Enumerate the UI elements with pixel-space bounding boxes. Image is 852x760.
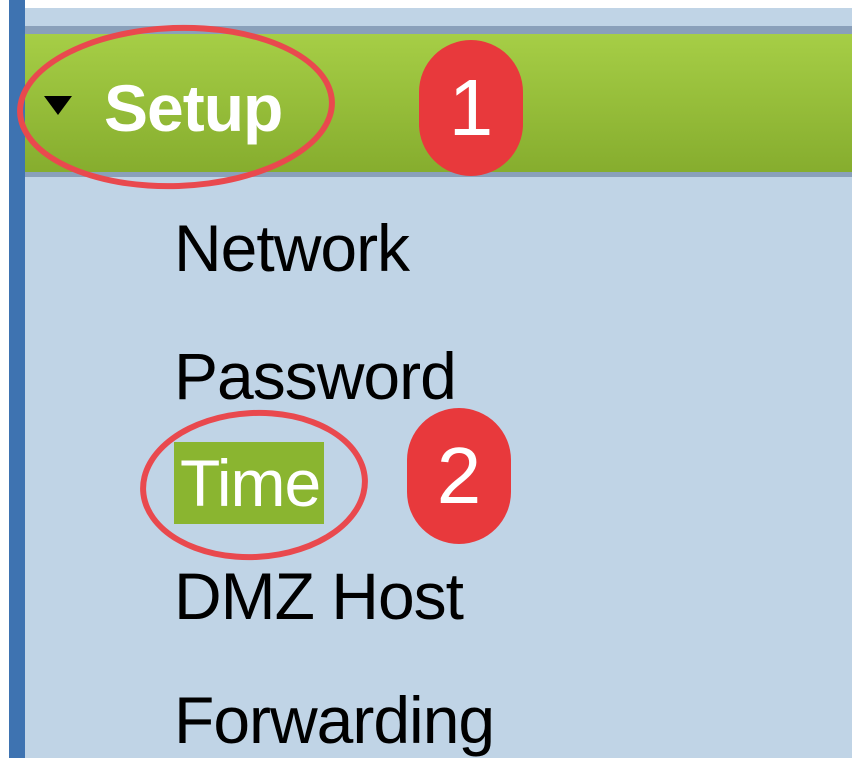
- step-badge-2: 2: [407, 408, 511, 544]
- sidebar-item-dmz-host[interactable]: DMZ Host: [174, 556, 464, 636]
- sidebar-item-password[interactable]: Password: [174, 336, 457, 416]
- router-config-sidebar: Setup Network Password Time DMZ Host For…: [0, 0, 852, 758]
- sidebar-item-forwarding[interactable]: Forwarding: [174, 680, 495, 760]
- step-badge-1: 1: [419, 40, 523, 176]
- sidebar-item-network[interactable]: Network: [174, 208, 410, 288]
